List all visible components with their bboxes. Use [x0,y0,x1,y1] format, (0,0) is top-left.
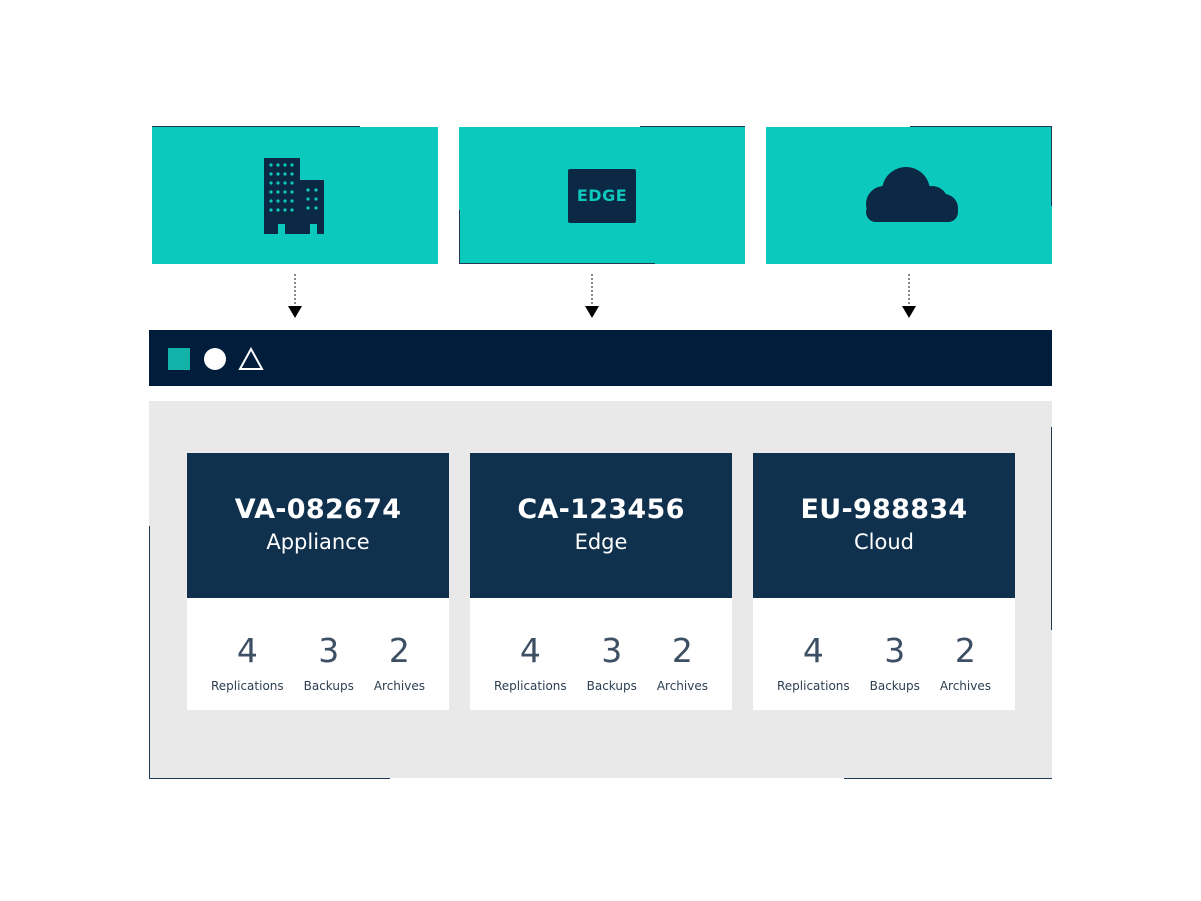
site-id: VA-082674 [234,493,402,525]
card-header: CA-123456 Edge [470,453,732,598]
stat-replications: 4 Replications [777,634,850,693]
arrow-down-icon [902,274,916,318]
stat-label: Replications [493,679,567,693]
stat-label: Replications [776,679,850,693]
stat-value: 2 [954,631,976,670]
card-stats: 4 Replications 3 Backups 2 Archives [753,598,1015,693]
stat-value: 2 [388,631,410,670]
site-card-appliance[interactable]: VA-082674 Appliance 4 Replications 3 Bac… [187,453,449,710]
site-type: Appliance [266,530,370,554]
stat-label: Archives [656,679,708,693]
square-icon [168,348,190,370]
corner-line [459,210,460,264]
corner-line [844,778,1052,779]
stat-label: Archives [373,679,425,693]
card-header: VA-082674 Appliance [187,453,449,598]
site-type: Cloud [854,530,914,554]
stat-backups: 3 Backups [870,634,920,693]
stat-archives: 2 Archives [940,634,991,693]
stat-backups: 3 Backups [587,634,637,693]
stat-value: 4 [802,631,824,670]
circle-icon [204,348,226,370]
triangle-icon [238,347,264,370]
stat-label: Archives [939,679,991,693]
cloud-icon [866,166,958,222]
edge-icon-label: EDGE [576,186,628,205]
source-edge: EDGE [459,127,745,264]
stat-replications: 4 Replications [494,634,567,693]
stat-label: Replications [210,679,284,693]
corner-line [640,126,745,127]
building-icon [264,157,324,234]
site-type: Edge [574,530,628,554]
corner-line [1051,126,1052,206]
stat-label: Backups [586,679,637,693]
card-stats: 4 Replications 3 Backups 2 Archives [470,598,732,693]
corner-line [1051,427,1052,630]
stat-replications: 4 Replications [211,634,284,693]
stat-archives: 2 Archives [657,634,708,693]
stat-value: 4 [519,631,541,670]
arrow-down-icon [288,274,302,318]
stat-label: Backups [303,679,354,693]
source-cloud [766,127,1052,264]
stat-value: 2 [671,631,693,670]
stat-label: Backups [869,679,920,693]
corner-line [459,263,655,264]
stat-archives: 2 Archives [374,634,425,693]
edge-icon: EDGE [568,168,636,223]
stat-backups: 3 Backups [304,634,354,693]
corner-line [149,526,150,779]
corner-line [152,126,360,127]
site-id: CA-123456 [517,493,685,525]
stat-value: 3 [884,631,906,670]
window-titlebar [149,330,1052,386]
arrow-down-icon [585,274,599,318]
corner-line [149,778,390,779]
site-id: EU-988834 [800,493,968,525]
stat-value: 3 [601,631,623,670]
site-card-cloud[interactable]: EU-988834 Cloud 4 Replications 3 Backups… [753,453,1015,710]
corner-line [910,126,1052,127]
site-card-edge[interactable]: CA-123456 Edge 4 Replications 3 Backups … [470,453,732,710]
card-stats: 4 Replications 3 Backups 2 Archives [187,598,449,693]
source-appliance [152,127,438,264]
card-header: EU-988834 Cloud [753,453,1015,598]
stat-value: 3 [318,631,340,670]
stat-value: 4 [236,631,258,670]
